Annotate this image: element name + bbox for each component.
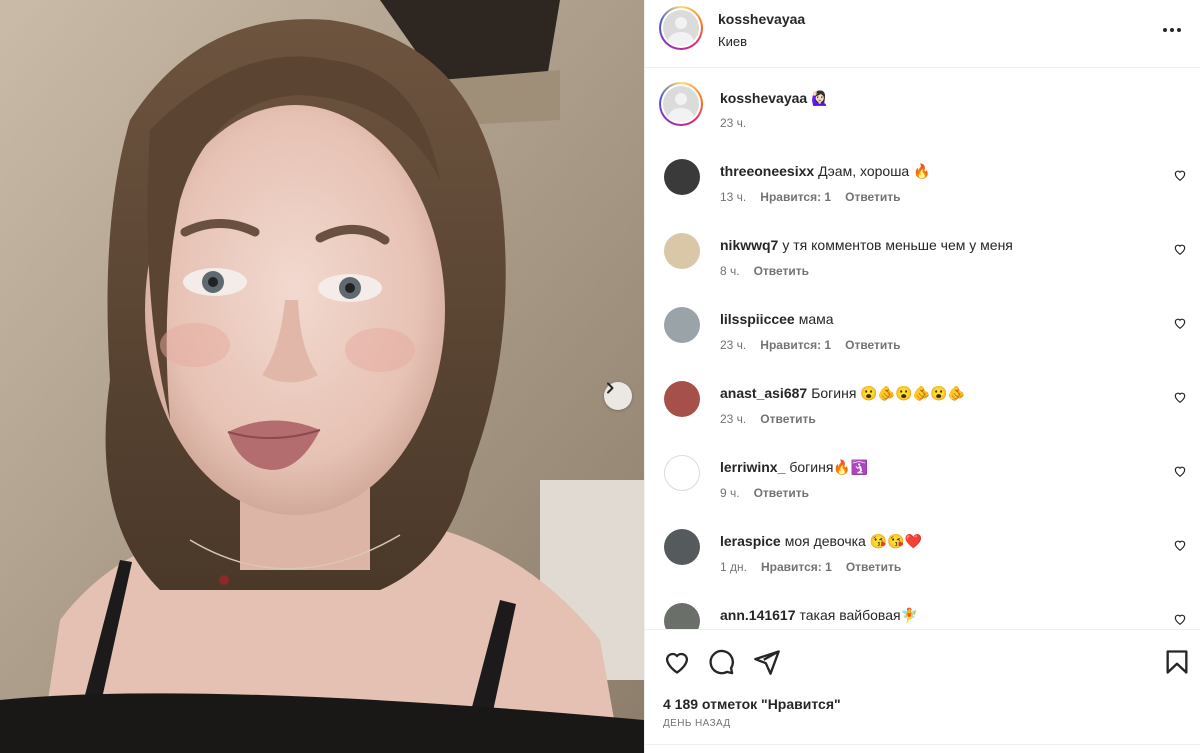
post-location[interactable]: Киев: [718, 34, 747, 49]
comment-text: моя девочка 😘😘❤️: [784, 533, 923, 549]
selfie-illustration: [0, 0, 644, 753]
comment-likes[interactable]: Нравится: 1: [760, 190, 831, 204]
caption-avatar[interactable]: [659, 82, 703, 126]
comment-time[interactable]: 23 ч.: [720, 412, 746, 426]
comment-text: мама: [798, 311, 834, 327]
heart-icon[interactable]: [1173, 538, 1187, 552]
caption-username[interactable]: kosshevayaa: [720, 90, 807, 106]
commenter-avatar[interactable]: [664, 233, 700, 269]
comment-text: у тя комментов меньше чем у меня: [782, 237, 1013, 253]
commenter-avatar[interactable]: [664, 603, 700, 629]
heart-icon[interactable]: [1173, 612, 1187, 626]
comment-time[interactable]: 1 дн.: [720, 560, 747, 574]
reply-button[interactable]: Ответить: [846, 560, 901, 574]
comment-item: nikwwq7 у тя комментов меньше чем у меня …: [645, 233, 1200, 307]
reply-button[interactable]: Ответить: [845, 190, 900, 204]
more-options-button[interactable]: [1160, 18, 1184, 42]
author-username[interactable]: kosshevayaa: [718, 11, 805, 27]
comment-username[interactable]: nikwwq7: [720, 237, 778, 253]
chevron-right-icon: [607, 382, 614, 394]
comment-likes[interactable]: Нравится: 1: [761, 560, 832, 574]
comment-text: богиня🔥🛐: [789, 459, 869, 475]
heart-icon[interactable]: [1173, 316, 1187, 330]
comment-username[interactable]: threeoneesixx: [720, 163, 814, 179]
heart-icon[interactable]: [1173, 464, 1187, 478]
share-paper-plane-icon[interactable]: [753, 648, 781, 676]
comment-likes[interactable]: Нравится: 1: [760, 338, 831, 352]
commenter-avatar[interactable]: [664, 455, 700, 491]
comment-time[interactable]: 8 ч.: [720, 264, 740, 278]
divider: [644, 744, 1200, 745]
comment-username[interactable]: leraspice: [720, 533, 781, 549]
commenter-avatar[interactable]: [664, 529, 700, 565]
comment-item: lerriwinx_ богиня🔥🛐 9 ч. Ответить: [645, 455, 1200, 529]
commenter-avatar[interactable]: [664, 159, 700, 195]
reply-button[interactable]: Ответить: [754, 486, 809, 500]
caption-text: 🙋🏻‍♀️: [811, 90, 829, 106]
comment-time[interactable]: 9 ч.: [720, 486, 740, 500]
commenter-avatar[interactable]: [664, 307, 700, 343]
reply-button[interactable]: Ответить: [760, 412, 815, 426]
bookmark-icon[interactable]: [1163, 648, 1191, 676]
comment-item: leraspice моя девочка 😘😘❤️ 1 дн. Нравится…: [645, 529, 1200, 603]
comment-item: threeoneesixx Дэам, хороша 🔥 13 ч. Нравит…: [645, 159, 1200, 233]
comment-time[interactable]: 13 ч.: [720, 190, 746, 204]
post-date[interactable]: день назад: [663, 718, 731, 729]
comment-username[interactable]: lilsspiiccee: [720, 311, 795, 327]
ellipsis-icon: [1163, 28, 1181, 32]
comment-username[interactable]: anast_asi687: [720, 385, 807, 401]
comment-item: ann.141617 такая вайбовая🧚: [645, 603, 1200, 629]
comment-bubble-icon[interactable]: [707, 648, 735, 676]
post-photo[interactable]: [0, 0, 644, 753]
reply-button[interactable]: Ответить: [754, 264, 809, 278]
comment-time[interactable]: 23 ч.: [720, 338, 746, 352]
caption-time[interactable]: 23 ч.: [720, 116, 746, 130]
heart-icon[interactable]: [1173, 390, 1187, 404]
comment-item: anast_asi687 Богиня 😮🫵😮🫵😮🫵 23 ч. Ответить: [645, 381, 1200, 455]
author-avatar[interactable]: [659, 6, 703, 50]
comment-text: такая вайбовая🧚: [799, 607, 919, 623]
next-photo-button[interactable]: [604, 382, 632, 410]
comments-list[interactable]: kosshevayaa 🙋🏻‍♀️ 23 ч. threeoneesixx Дэа…: [645, 69, 1200, 629]
comment-text: Дэам, хороша 🔥: [818, 163, 931, 179]
heart-icon[interactable]: [1173, 242, 1187, 256]
commenter-avatar[interactable]: [664, 381, 700, 417]
post-actions: 4 189 отметок "Нравится" день назад: [645, 629, 1200, 753]
likes-count[interactable]: 4 189 отметок "Нравится": [663, 696, 841, 712]
heart-icon[interactable]: [1173, 168, 1187, 182]
like-heart-icon[interactable]: [663, 648, 691, 676]
comment-username[interactable]: ann.141617: [720, 607, 796, 623]
post-panel: kosshevayaa Киев kosshevayaa 🙋🏻‍♀️ 23 ч.: [644, 0, 1200, 753]
post-header: kosshevayaa Киев: [645, 0, 1200, 68]
comment-item: lilsspiiccee мама 23 ч. Нравится: 1 Ответ…: [645, 307, 1200, 381]
default-avatar-icon: [663, 10, 699, 46]
reply-button[interactable]: Ответить: [845, 338, 900, 352]
comment-username[interactable]: lerriwinx_: [720, 459, 785, 475]
comment-text: Богиня 😮🫵😮🫵😮🫵: [811, 385, 965, 401]
default-avatar-icon: [663, 86, 699, 122]
